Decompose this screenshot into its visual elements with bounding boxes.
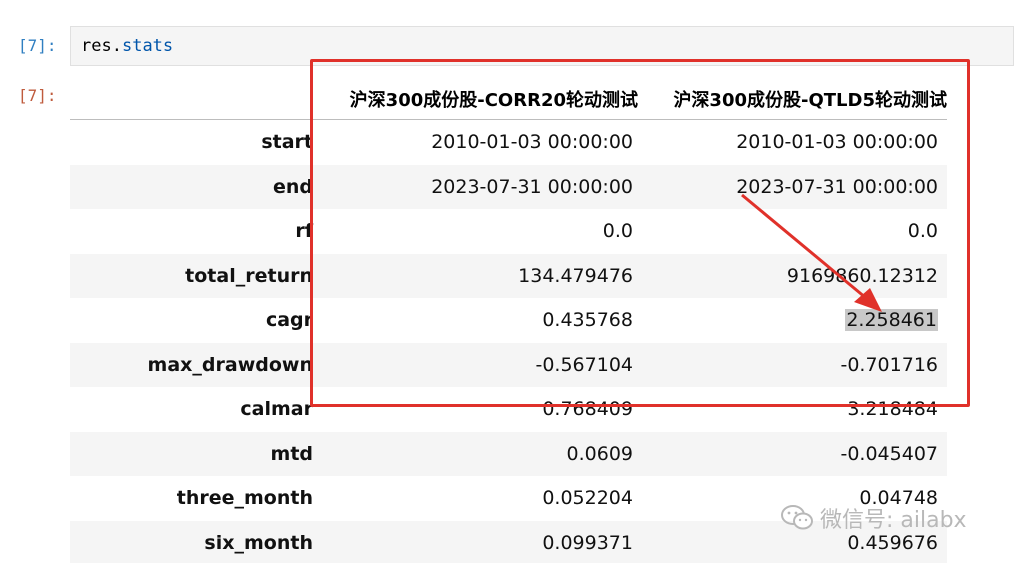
cell-value: 3.218484 — [847, 398, 938, 420]
row-label: calmar — [240, 398, 313, 420]
table-row: start 2010-01-03 00:00:00 2010-01-03 00:… — [70, 120, 947, 165]
watermark-text: 微信号: ailabx — [820, 508, 967, 533]
cell-value: -0.045407 — [840, 442, 938, 465]
cell-value: 0.0 — [602, 220, 633, 242]
text-selection-highlight[interactable]: 2.258461 — [845, 309, 938, 331]
input-prompt: [7]: — [18, 36, 57, 55]
row-label: three_month — [176, 487, 313, 509]
cell-value: 2023-07-31 00:00:00 — [736, 175, 938, 198]
column-header-qtld5: 沪深300成份股-QTLD5轮动测试 — [673, 90, 947, 111]
notebook-page: [7]: res.stats [7]: 沪深300成份股-CORR20轮动测试 … — [0, 0, 1014, 563]
row-label: cagr — [265, 309, 313, 331]
cell-value: 0.0 — [907, 220, 938, 242]
cell-value: 0.052204 — [542, 487, 633, 509]
output-prompt: [7]: — [18, 86, 57, 105]
watermark: 微信号: ailabx — [780, 502, 967, 534]
cell-value: 0.099371 — [542, 531, 633, 554]
row-label: start — [261, 131, 313, 153]
code-cell[interactable]: res.stats — [70, 26, 1014, 66]
row-label: max_drawdown — [147, 353, 313, 376]
cell-value: 134.479476 — [518, 264, 633, 287]
code-attr: stats — [121, 36, 174, 56]
cell-value: 2010-01-03 00:00:00 — [431, 131, 633, 153]
row-label: mtd — [270, 442, 313, 465]
cell-value: 2010-01-03 00:00:00 — [736, 131, 938, 153]
column-header-corr20: 沪深300成份股-CORR20轮动测试 — [349, 90, 638, 111]
table-header: 沪深300成份股-CORR20轮动测试 沪深300成份股-QTLD5轮动测试 — [70, 75, 947, 120]
table-row: end 2023-07-31 00:00:00 2023-07-31 00:00… — [70, 164, 947, 209]
code-object: res — [81, 36, 112, 56]
row-label: end — [272, 175, 313, 198]
cell-value: 2023-07-31 00:00:00 — [431, 175, 633, 198]
wechat-icon — [781, 505, 813, 530]
table-row: rf 0.0 0.0 — [70, 209, 947, 254]
row-label: six_month — [204, 531, 313, 554]
cell-value: 0.459676 — [847, 531, 938, 554]
cell-value-highlighted: 2.258461 — [640, 309, 938, 331]
cell-value: -0.567104 — [535, 353, 633, 376]
row-label: total_return — [185, 264, 313, 287]
cell-value: 0.0609 — [566, 442, 633, 465]
cell-value: 9169860.12312 — [786, 264, 938, 287]
table-row: cagr 0.435768 2.258461 — [70, 298, 947, 343]
row-label: rf — [295, 220, 313, 242]
cell-value: -0.701716 — [840, 353, 938, 376]
code-dot: . — [111, 36, 122, 56]
table-row: calmar 0.768409 3.218484 — [70, 387, 947, 432]
cell-value: 0.435768 — [542, 309, 633, 331]
table-row: max_drawdown -0.567104 -0.701716 — [70, 342, 947, 387]
cell-value: 0.768409 — [542, 398, 633, 420]
table-row: mtd 0.0609 -0.045407 — [70, 431, 947, 476]
stats-table: 沪深300成份股-CORR20轮动测试 沪深300成份股-QTLD5轮动测试 s… — [70, 75, 947, 563]
table-row: total_return 134.479476 9169860.12312 — [70, 253, 947, 298]
